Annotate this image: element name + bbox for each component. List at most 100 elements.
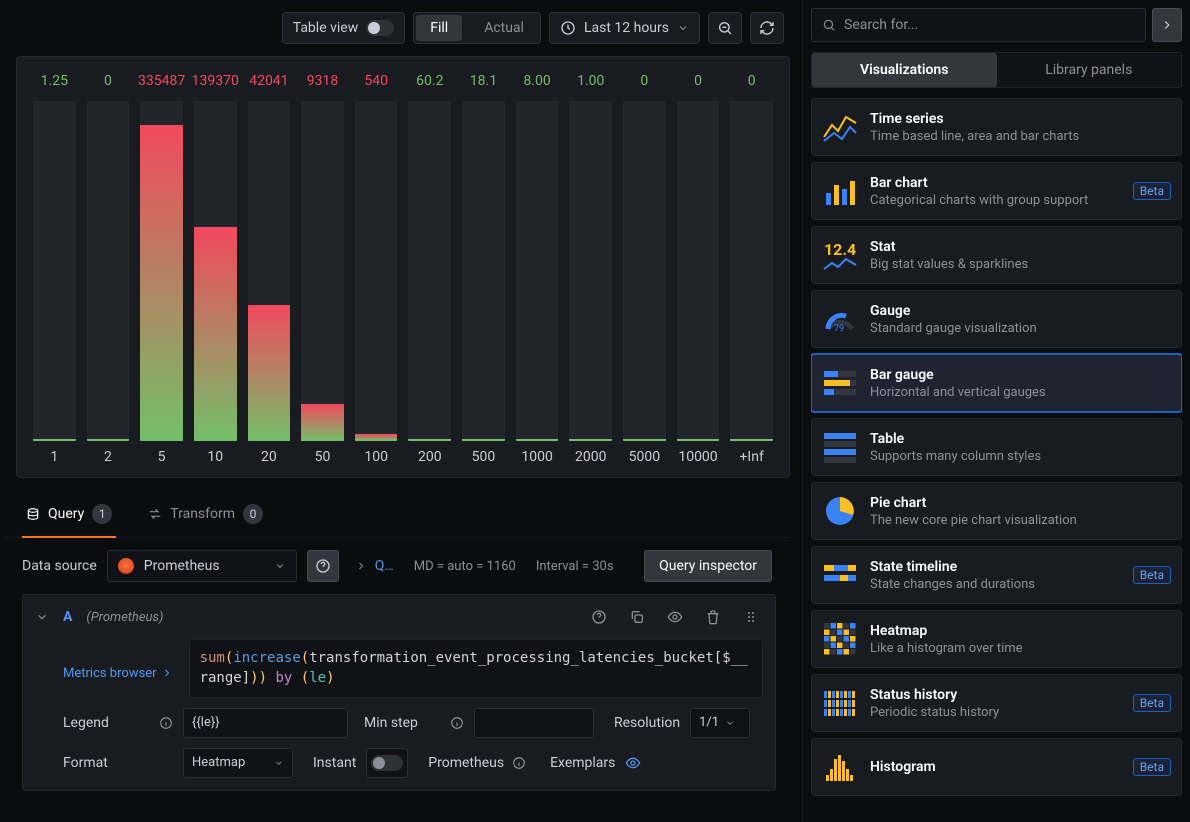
bar-baseline (33, 439, 76, 441)
resolution-select[interactable]: 1/1 (690, 708, 750, 738)
viz-item-table[interactable]: TableSupports many column styles (811, 418, 1182, 476)
viz-text: TableSupports many column styles (870, 431, 1041, 464)
viz-title: Table (870, 431, 1041, 447)
viz-text: Status historyPeriodic status history (870, 687, 999, 720)
legend-info-icon[interactable] (159, 716, 173, 730)
legend-input[interactable]: {{le}} (183, 708, 348, 738)
viz-icon: 79 (822, 301, 858, 337)
bar-baseline (569, 439, 612, 441)
viz-item-state-timeline[interactable]: State timelineState changes and duration… (811, 546, 1182, 604)
bar-column: 3354875 (140, 73, 183, 469)
viz-text: State timelineState changes and duration… (870, 559, 1035, 592)
drag-handle[interactable] (739, 605, 763, 629)
eye-icon (667, 609, 683, 625)
bar-track (569, 101, 612, 441)
metrics-browser-toggle[interactable]: Metrics browser (63, 639, 183, 698)
viz-list: Time seriesTime based line, area and bar… (811, 98, 1182, 796)
chart-row: 1.25102335487513937010420412093185054010… (33, 73, 773, 469)
search-icon (822, 18, 836, 32)
bar-fill (301, 404, 344, 441)
md-text: MD = auto = 1160 (414, 559, 516, 574)
viz-desc: Categorical charts with group support (870, 193, 1088, 208)
bar-track (194, 101, 237, 441)
bar-value: 139370 (192, 73, 239, 93)
format-select[interactable]: Heatmap (183, 748, 293, 778)
bar-category-label: +Inf (739, 449, 763, 469)
viz-title: Stat (870, 239, 1028, 255)
min-step-info-icon[interactable] (450, 716, 464, 730)
viz-icon (822, 557, 858, 593)
viz-text: GaugeStandard gauge visualization (870, 303, 1037, 336)
min-step-input[interactable] (474, 708, 594, 738)
bar-baseline (248, 439, 291, 441)
tab-query-count: 1 (92, 504, 112, 524)
search-input[interactable]: Search for... (811, 8, 1146, 42)
prometheus-info-icon[interactable] (512, 756, 526, 770)
viz-text: StatBig stat values & sparklines (870, 239, 1028, 272)
viz-text: Bar gaugeHorizontal and vertical gauges (870, 367, 1046, 400)
bar-value: 1.00 (577, 73, 604, 93)
viz-item-bar-gauge[interactable]: Bar gaugeHorizontal and vertical gauges (811, 354, 1182, 412)
viz-title: State timeline (870, 559, 1035, 575)
delete-query-button[interactable] (701, 605, 725, 629)
bar-track (33, 101, 76, 441)
query-help-button[interactable] (587, 605, 611, 629)
table-view-switch[interactable] (366, 20, 394, 36)
bar-track (516, 101, 559, 441)
bar-column: 02 (87, 73, 130, 469)
query-options-toggle[interactable]: Q… (375, 558, 394, 574)
resolution-label: Resolution (614, 715, 680, 731)
collapse-sidebar-button[interactable] (1152, 8, 1182, 42)
toggle-visibility-button[interactable] (663, 605, 687, 629)
viz-item-status-history[interactable]: Status historyPeriodic status historyBet… (811, 674, 1182, 732)
viz-item-time-series[interactable]: Time seriesTime based line, area and bar… (811, 98, 1182, 156)
bar-category-label: 2000 (575, 449, 606, 469)
help-icon (591, 609, 607, 625)
fill-option[interactable]: Fill (416, 15, 462, 41)
info-icon (159, 716, 173, 730)
bar-gauge-panel: 1.25102335487513937010420412093185054010… (16, 56, 790, 478)
data-source-picker[interactable]: Prometheus (107, 550, 297, 582)
viz-icon (822, 109, 858, 145)
bar-category-label: 20 (261, 449, 277, 469)
instant-switch[interactable] (371, 755, 403, 771)
actual-option[interactable]: Actual (470, 15, 538, 41)
bar-column: 60.2200 (408, 73, 451, 469)
refresh-button[interactable] (750, 12, 784, 44)
bar-baseline (408, 439, 451, 441)
bar-category-label: 100 (364, 449, 388, 469)
exemplars-toggle[interactable] (625, 755, 641, 771)
promql-input[interactable]: sum(increase(transformation_event_proces… (189, 639, 763, 698)
zoom-out-button[interactable] (708, 12, 742, 44)
viz-item-pie-chart[interactable]: Pie chartThe new core pie chart visualiz… (811, 482, 1182, 540)
viz-text: Bar chartCategorical charts with group s… (870, 175, 1088, 208)
bar-category-label: 200 (418, 449, 442, 469)
bar-baseline (677, 439, 720, 441)
viz-item-stat[interactable]: 12.4 StatBig stat values & sparklines (811, 226, 1182, 284)
tab-transform[interactable]: Transform 0 (144, 496, 267, 538)
table-view-toggle[interactable]: Table view (282, 12, 406, 44)
svg-text:12.4: 12.4 (824, 240, 856, 259)
tab-query[interactable]: Query 1 (22, 496, 116, 538)
collapse-toggle[interactable] (35, 610, 49, 624)
query-ref-id[interactable]: A (63, 609, 72, 625)
viz-item-bar-chart[interactable]: Bar chartCategorical charts with group s… (811, 162, 1182, 220)
bar-track (677, 101, 720, 441)
tab-visualizations[interactable]: Visualizations (812, 53, 997, 87)
viz-item-gauge[interactable]: 79 GaugeStandard gauge visualization (811, 290, 1182, 348)
chevron-down-icon (35, 610, 49, 624)
legend-label: Legend (63, 715, 121, 731)
chevron-down-icon (677, 22, 689, 34)
query-options-row: Data source Prometheus Q… MD = auto = 11… (4, 538, 790, 594)
tab-library-panels[interactable]: Library panels (997, 53, 1182, 87)
viz-item-histogram[interactable]: HistogramBeta (811, 738, 1182, 796)
duplicate-query-button[interactable] (625, 605, 649, 629)
bar-column: 540100 (355, 73, 398, 469)
time-range-picker[interactable]: Last 12 hours (549, 12, 700, 44)
viz-item-heatmap[interactable]: HeatmapLike a histogram over time (811, 610, 1182, 668)
data-source-help-button[interactable] (307, 550, 339, 582)
bar-category-label: 2 (104, 449, 112, 469)
fill-actual-group: Fill Actual (413, 12, 541, 44)
query-inspector-button[interactable]: Query inspector (644, 550, 772, 582)
bar-track (301, 101, 344, 441)
